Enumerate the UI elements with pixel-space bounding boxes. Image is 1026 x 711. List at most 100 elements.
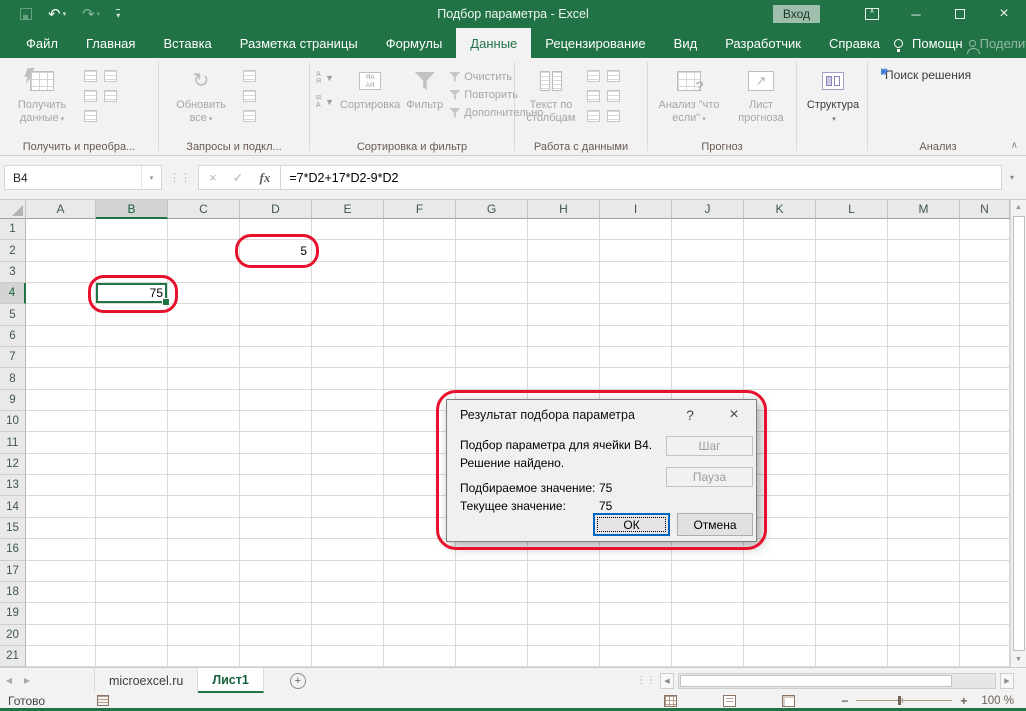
cell-I6[interactable] (600, 326, 672, 347)
cell-N3[interactable] (960, 262, 1010, 283)
from-text-icon[interactable] (84, 90, 97, 102)
row-header-7[interactable]: 7 (0, 347, 26, 368)
cell-M6[interactable] (888, 326, 960, 347)
group-label-queries[interactable]: Запросы и подкл... (159, 141, 309, 153)
cell-H6[interactable] (528, 326, 600, 347)
row-header-21[interactable]: 21 (0, 646, 26, 667)
cell-B5[interactable] (96, 304, 168, 325)
cancel-entry-icon[interactable]: × (209, 170, 217, 185)
cell-D17[interactable] (240, 561, 312, 582)
cell-N11[interactable] (960, 432, 1010, 453)
cell-F20[interactable] (384, 625, 456, 646)
save-icon[interactable] (20, 8, 32, 20)
cell-G21[interactable] (456, 646, 528, 667)
cell-I7[interactable] (600, 347, 672, 368)
cell-J19[interactable] (672, 603, 744, 624)
row-header-10[interactable]: 10 (0, 411, 26, 432)
cell-G19[interactable] (456, 603, 528, 624)
cell-C12[interactable] (168, 454, 240, 475)
assistant-label[interactable]: Помощн (912, 36, 963, 51)
cell-A3[interactable] (26, 262, 96, 283)
pause-button[interactable]: Пауза (666, 467, 753, 487)
sort-descending-icon[interactable]: ЯА▼ (316, 95, 334, 109)
cell-A15[interactable] (26, 518, 96, 539)
cell-E18[interactable] (312, 582, 384, 603)
name-box[interactable]: B4 ▾ (4, 165, 162, 190)
cell-L16[interactable] (816, 539, 888, 560)
cell-D8[interactable] (240, 368, 312, 389)
cell-H3[interactable] (528, 262, 600, 283)
formula-bar-splitter[interactable]: ⋮⋮ (162, 171, 198, 184)
column-header-F[interactable]: F (384, 200, 456, 219)
cell-K6[interactable] (744, 326, 816, 347)
cell-B16[interactable] (96, 539, 168, 560)
cell-M18[interactable] (888, 582, 960, 603)
cell-I8[interactable] (600, 368, 672, 389)
existing-connections-icon[interactable] (104, 70, 117, 82)
cell-E4[interactable] (312, 283, 384, 304)
dialog-help-icon[interactable]: ? (668, 400, 712, 430)
cell-E9[interactable] (312, 390, 384, 411)
vertical-scroll-thumb[interactable] (1013, 216, 1025, 651)
cell-D3[interactable] (240, 262, 312, 283)
cell-K4[interactable] (744, 283, 816, 304)
cell-D11[interactable] (240, 432, 312, 453)
row-header-12[interactable]: 12 (0, 454, 26, 475)
tab-Файл[interactable]: Файл (12, 28, 72, 58)
row-header-9[interactable]: 9 (0, 390, 26, 411)
cell-C14[interactable] (168, 496, 240, 517)
remove-duplicates-icon[interactable] (607, 70, 620, 82)
page-break-view-icon[interactable] (782, 695, 795, 707)
cell-E6[interactable] (312, 326, 384, 347)
cell-L11[interactable] (816, 432, 888, 453)
row-header-6[interactable]: 6 (0, 326, 26, 347)
group-label-analysis[interactable]: Анализ (868, 141, 1008, 153)
cell-J21[interactable] (672, 646, 744, 667)
cell-C11[interactable] (168, 432, 240, 453)
cell-D20[interactable] (240, 625, 312, 646)
customize-qat-icon[interactable]: ▾ (116, 9, 120, 20)
cell-N15[interactable] (960, 518, 1010, 539)
cell-B3[interactable] (96, 262, 168, 283)
group-label-sort-filter[interactable]: Сортировка и фильтр (310, 141, 514, 153)
cell-J7[interactable] (672, 347, 744, 368)
cell-G4[interactable] (456, 283, 528, 304)
cell-L1[interactable] (816, 219, 888, 240)
cell-N2[interactable] (960, 240, 1010, 261)
column-header-H[interactable]: H (528, 200, 600, 219)
cell-C6[interactable] (168, 326, 240, 347)
tab-Справка[interactable]: Справка (815, 28, 894, 58)
sheet-nav-right-icon[interactable]: ▶ (18, 668, 36, 693)
cell-E12[interactable] (312, 454, 384, 475)
column-header-E[interactable]: E (312, 200, 384, 219)
cell-A6[interactable] (26, 326, 96, 347)
cell-C20[interactable] (168, 625, 240, 646)
cell-C16[interactable] (168, 539, 240, 560)
cell-F7[interactable] (384, 347, 456, 368)
new-sheet-icon[interactable]: + (290, 673, 306, 689)
sheet-nav-left-icon[interactable]: ◀ (0, 668, 18, 693)
cell-K16[interactable] (744, 539, 816, 560)
cell-B14[interactable] (96, 496, 168, 517)
cell-K2[interactable] (744, 240, 816, 261)
cell-A21[interactable] (26, 646, 96, 667)
cell-B7[interactable] (96, 347, 168, 368)
formula-input[interactable]: =7*D2+17*D2-9*D2 (281, 165, 1002, 190)
cell-G8[interactable] (456, 368, 528, 389)
cell-E19[interactable] (312, 603, 384, 624)
hscroll-thumb[interactable] (680, 675, 952, 687)
cell-E8[interactable] (312, 368, 384, 389)
cell-H2[interactable] (528, 240, 600, 261)
cell-F1[interactable] (384, 219, 456, 240)
cell-F5[interactable] (384, 304, 456, 325)
cell-I19[interactable] (600, 603, 672, 624)
cell-A7[interactable] (26, 347, 96, 368)
hscroll-left-icon[interactable]: ◀ (660, 673, 674, 689)
row-header-8[interactable]: 8 (0, 368, 26, 389)
cell-G3[interactable] (456, 262, 528, 283)
cell-I21[interactable] (600, 646, 672, 667)
tab-Разработчик[interactable]: Разработчик (711, 28, 815, 58)
cell-I4[interactable] (600, 283, 672, 304)
cell-J17[interactable] (672, 561, 744, 582)
cell-A10[interactable] (26, 411, 96, 432)
